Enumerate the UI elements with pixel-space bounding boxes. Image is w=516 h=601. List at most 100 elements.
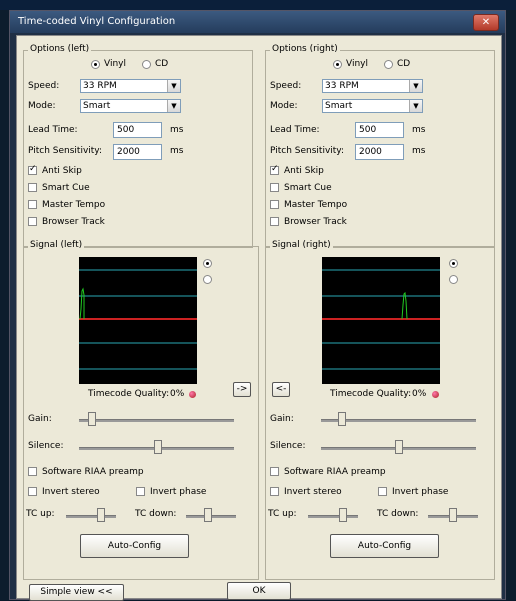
config-dialog: Time-coded Vinyl Configuration ✕ Options… — [9, 10, 506, 601]
speed-value-right: 33 RPM — [325, 81, 359, 91]
signal-right-label: Signal (right) — [270, 240, 333, 250]
scope-mode-radio-2-left[interactable] — [203, 275, 212, 284]
gain-label-right: Gain: — [270, 414, 294, 424]
lead-time-input-right[interactable]: 500 — [355, 122, 404, 138]
oscilloscope-left-trace — [79, 269, 197, 370]
gain-slider-thumb-right[interactable] — [338, 412, 346, 426]
options-right-label: Options (right) — [270, 44, 340, 54]
riaa-checkbox-left[interactable] — [28, 467, 37, 476]
silence-slider-thumb-right[interactable] — [395, 440, 403, 454]
mode-select-left[interactable]: Smart ▼ — [80, 99, 181, 113]
browser-track-label-right: Browser Track — [284, 217, 347, 227]
scope-mode-radio-1-right[interactable] — [449, 259, 458, 268]
background-right-panel — [505, 10, 516, 600]
pitch-unit-right: ms — [412, 146, 426, 156]
invert-phase-label-right: Invert phase — [392, 487, 449, 497]
invert-phase-checkbox-right[interactable] — [378, 487, 387, 496]
invert-stereo-checkbox-right[interactable] — [270, 487, 279, 496]
browser-track-checkbox-right[interactable] — [270, 217, 279, 226]
mode-value-right: Smart — [325, 101, 353, 111]
oscilloscope-left — [79, 257, 197, 384]
master-tempo-checkbox-right[interactable] — [270, 200, 279, 209]
cd-radio-right[interactable] — [384, 60, 393, 69]
scope-mode-radio-1-left[interactable] — [203, 259, 212, 268]
riaa-checkbox-right[interactable] — [270, 467, 279, 476]
smart-cue-label-left: Smart Cue — [42, 183, 90, 193]
close-button[interactable]: ✕ — [473, 14, 499, 31]
scope-mode-radio-2-right[interactable] — [449, 275, 458, 284]
auto-config-button-right[interactable]: Auto-Config — [330, 534, 439, 558]
speed-select-right[interactable]: 33 RPM ▼ — [322, 79, 423, 93]
gain-slider-track-left — [79, 419, 234, 422]
tc-up-label-left: TC up: — [26, 509, 55, 519]
quality-led-icon — [189, 391, 196, 398]
auto-config-button-left[interactable]: Auto-Config — [80, 534, 189, 558]
dialog-client: Options (left) Vinyl CD Speed: 33 RPM ▼ … — [16, 35, 502, 601]
cd-radio-left[interactable] — [142, 60, 151, 69]
vinyl-label-right: Vinyl — [346, 59, 368, 69]
invert-stereo-checkbox-left[interactable] — [28, 487, 37, 496]
tc-up-label-right: TC up: — [268, 509, 297, 519]
lead-time-input-left[interactable]: 500 — [113, 122, 162, 138]
mode-value-left: Smart — [83, 101, 111, 111]
anti-skip-checkbox-left[interactable] — [28, 164, 37, 175]
signal-left-label: Signal (left) — [28, 240, 85, 250]
riaa-label-left: Software RIAA preamp — [42, 467, 144, 477]
speed-value-left: 33 RPM — [83, 81, 117, 91]
invert-phase-checkbox-left[interactable] — [136, 487, 145, 496]
master-tempo-checkbox-left[interactable] — [28, 200, 37, 209]
lead-time-unit-left: ms — [170, 125, 184, 135]
tc-down-slider-thumb-left[interactable] — [204, 508, 212, 522]
options-left-label: Options (left) — [28, 44, 92, 54]
quality-led-icon — [432, 391, 439, 398]
title-bar: Time-coded Vinyl Configuration ✕ — [10, 11, 505, 33]
anti-skip-label-right: Anti Skip — [284, 166, 324, 176]
tc-up-slider-thumb-right[interactable] — [339, 508, 347, 522]
gain-label-left: Gain: — [28, 414, 52, 424]
invert-phase-label-left: Invert phase — [150, 487, 207, 497]
timecode-quality-value-left: 0% — [170, 389, 185, 399]
speed-select-left[interactable]: 33 RPM ▼ — [80, 79, 181, 93]
invert-stereo-label-right: Invert stereo — [284, 487, 342, 497]
silence-label-left: Silence: — [28, 441, 64, 451]
simple-view-button[interactable]: Simple view << — [29, 584, 124, 601]
silence-slider-thumb-left[interactable] — [154, 440, 162, 454]
smart-cue-label-right: Smart Cue — [284, 183, 332, 193]
tc-up-slider-track-right — [308, 515, 358, 518]
anti-skip-label-left: Anti Skip — [42, 166, 82, 176]
background-top-strip — [0, 0, 516, 10]
vinyl-radio-left[interactable] — [91, 60, 100, 69]
smart-cue-checkbox-right[interactable] — [270, 183, 279, 192]
vinyl-label-left: Vinyl — [104, 59, 126, 69]
invert-stereo-label-left: Invert stereo — [42, 487, 100, 497]
cd-label-left: CD — [155, 59, 169, 69]
timecode-quality-label-right: Timecode Quality: — [330, 389, 412, 399]
pitch-label-right: Pitch Sensitivity: — [270, 146, 345, 156]
ok-button[interactable]: OK — [227, 582, 291, 600]
oscilloscope-right — [322, 257, 440, 384]
tc-down-label-right: TC down: — [377, 509, 419, 519]
silence-label-right: Silence: — [270, 441, 306, 451]
anti-skip-checkbox-right[interactable] — [270, 164, 279, 175]
vinyl-radio-right[interactable] — [333, 60, 342, 69]
pitch-input-left[interactable]: 2000 — [113, 144, 162, 160]
copy-settings-right-button[interactable]: -> — [233, 382, 251, 397]
signal-left-group: Signal (left) Timecode Quality: 0% -> Ga… — [23, 240, 259, 580]
mode-select-right[interactable]: Smart ▼ — [322, 99, 423, 113]
pitch-label-left: Pitch Sensitivity: — [28, 146, 103, 156]
dialog-title: Time-coded Vinyl Configuration — [18, 16, 176, 27]
gain-slider-thumb-left[interactable] — [88, 412, 96, 426]
signal-right-group: Signal (right) <- Timecode Quality: 0% G… — [265, 240, 495, 580]
mode-label-left: Mode: — [28, 101, 56, 111]
lead-time-unit-right: ms — [412, 125, 426, 135]
pitch-input-right[interactable]: 2000 — [355, 144, 404, 160]
lead-time-label-right: Lead Time: — [270, 125, 320, 135]
tc-up-slider-thumb-left[interactable] — [97, 508, 105, 522]
options-right-group: Options (right) Vinyl CD Speed: 33 RPM ▼… — [265, 44, 495, 248]
copy-settings-left-button[interactable]: <- — [272, 382, 290, 397]
master-tempo-label-right: Master Tempo — [284, 200, 348, 210]
tc-down-slider-thumb-right[interactable] — [449, 508, 457, 522]
browser-track-label-left: Browser Track — [42, 217, 105, 227]
smart-cue-checkbox-left[interactable] — [28, 183, 37, 192]
browser-track-checkbox-left[interactable] — [28, 217, 37, 226]
